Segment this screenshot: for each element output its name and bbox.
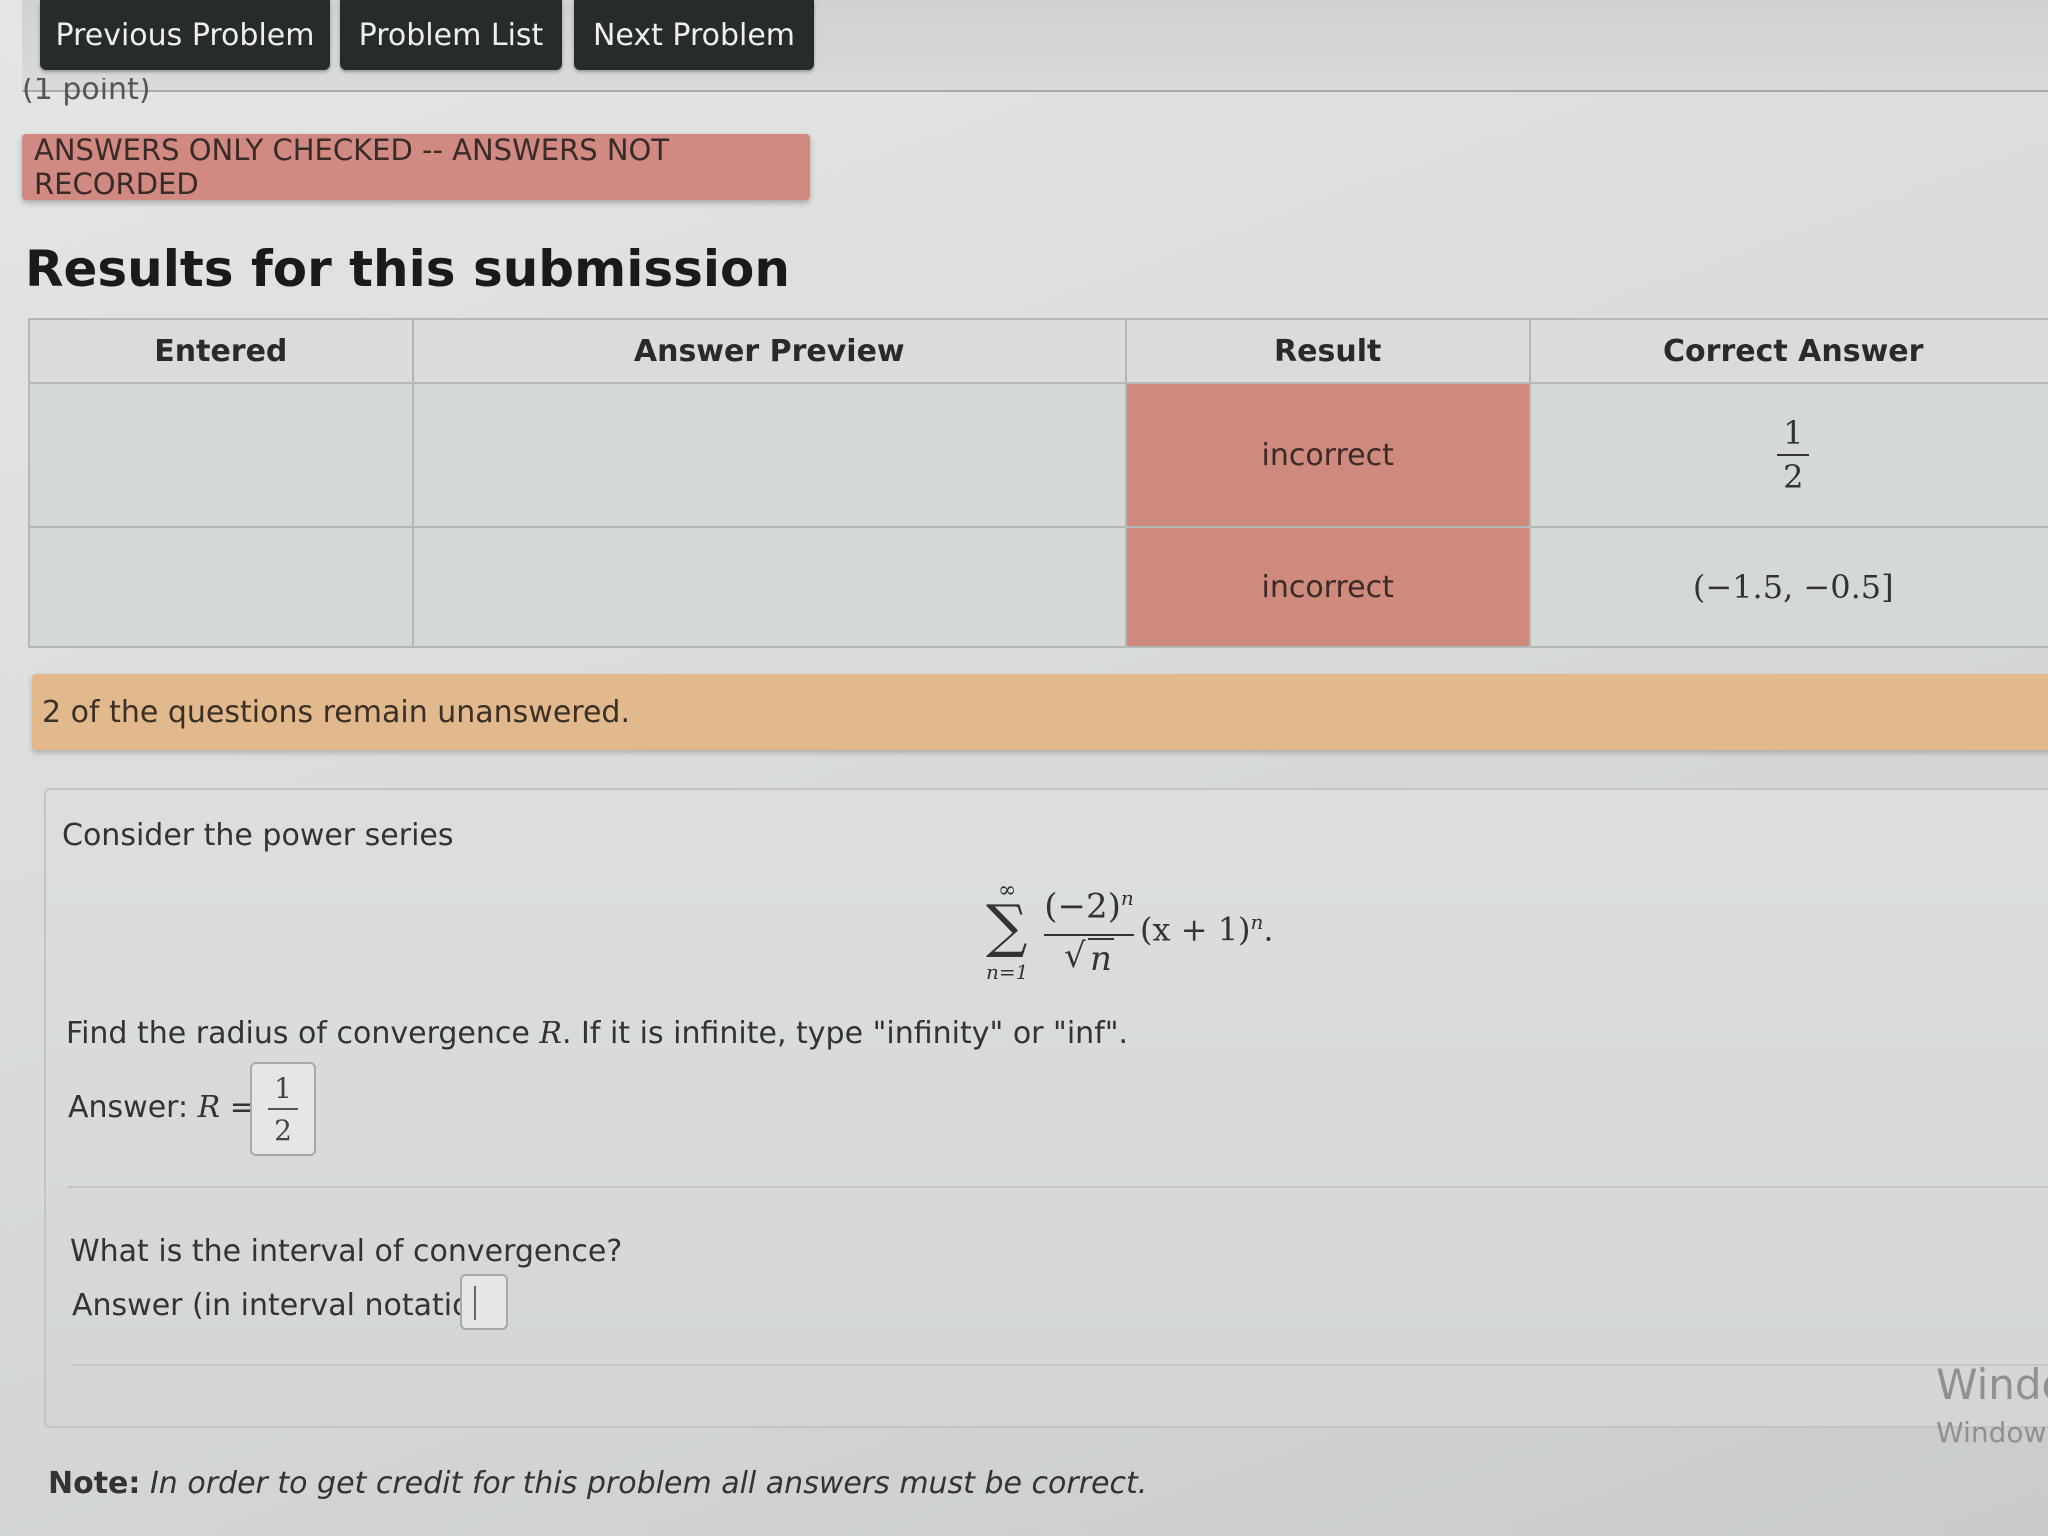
problem-list-button[interactable]: Problem List bbox=[340, 0, 562, 70]
sqrt-radicand: n bbox=[1088, 938, 1114, 979]
header-result: Result bbox=[1124, 318, 1531, 384]
problem-intro: Consider the power series bbox=[62, 818, 454, 853]
fraction: 1 2 bbox=[1777, 414, 1810, 496]
results-table: Entered Answer Preview Result Correct An… bbox=[28, 318, 2048, 648]
fraction-bar bbox=[268, 1108, 298, 1110]
preview-cell bbox=[411, 526, 1127, 648]
results-title: Results for this submission bbox=[25, 240, 790, 298]
entered-cell bbox=[28, 526, 414, 648]
points-label: (1 point) bbox=[22, 78, 151, 106]
table-row: incorrect (−1.5, −0.5] bbox=[28, 526, 2048, 648]
sqrt-icon: √ bbox=[1064, 936, 1086, 976]
correct-answer-cell: (−1.5, −0.5] bbox=[1528, 526, 2048, 648]
interval-question: What is the interval of convergence? bbox=[70, 1234, 623, 1269]
header-answer-preview: Answer Preview bbox=[411, 318, 1127, 384]
radius-answer-label: Answer: R = bbox=[68, 1090, 255, 1125]
divider bbox=[68, 1186, 2048, 1188]
results-header-row: Entered Answer Preview Result Correct An… bbox=[28, 318, 2048, 384]
unanswered-alert: 2 of the questions remain unanswered. bbox=[32, 674, 2048, 750]
sigma-icon: ∑ bbox=[986, 892, 1028, 960]
radius-answer-input[interactable]: 1 2 bbox=[250, 1062, 316, 1156]
windows-watermark-sub: Window bbox=[1936, 1416, 2047, 1449]
interval-answer-input[interactable] bbox=[460, 1274, 508, 1330]
table-row: incorrect 1 2 bbox=[28, 382, 2048, 528]
header-entered: Entered bbox=[28, 318, 414, 384]
credit-note: Note: In order to get credit for this pr… bbox=[48, 1466, 1148, 1501]
divider bbox=[72, 1364, 2048, 1366]
series-tail: (x + 1)n. bbox=[1140, 910, 1274, 949]
answers-not-recorded-alert: ANSWERS ONLY CHECKED -- ANSWERS NOT RECO… bbox=[22, 133, 810, 201]
windows-watermark: Windo bbox=[1936, 1360, 2048, 1409]
result-cell: incorrect bbox=[1124, 526, 1531, 648]
preview-cell bbox=[411, 382, 1127, 528]
text-cursor bbox=[474, 1286, 476, 1320]
radius-question: Find the radius of convergence R. If it … bbox=[66, 1016, 1129, 1051]
header-correct-answer: Correct Answer bbox=[1528, 318, 2048, 384]
next-problem-button[interactable]: Next Problem bbox=[574, 0, 814, 70]
previous-problem-button[interactable]: Previous Problem bbox=[40, 0, 330, 70]
power-series-formula: ∞ ∑ n=1 (−2)n √ n (x + 1)n. bbox=[980, 878, 1280, 988]
entered-cell bbox=[28, 382, 414, 528]
correct-answer-cell: 1 2 bbox=[1528, 382, 2048, 528]
fraction-numerator: (−2)n bbox=[1044, 886, 1134, 927]
result-cell: incorrect bbox=[1124, 382, 1531, 528]
sum-lower-limit: n=1 bbox=[986, 960, 1029, 984]
interval-answer-label: Answer (in interval notation): bbox=[72, 1288, 512, 1323]
fraction-bar bbox=[1044, 934, 1134, 936]
